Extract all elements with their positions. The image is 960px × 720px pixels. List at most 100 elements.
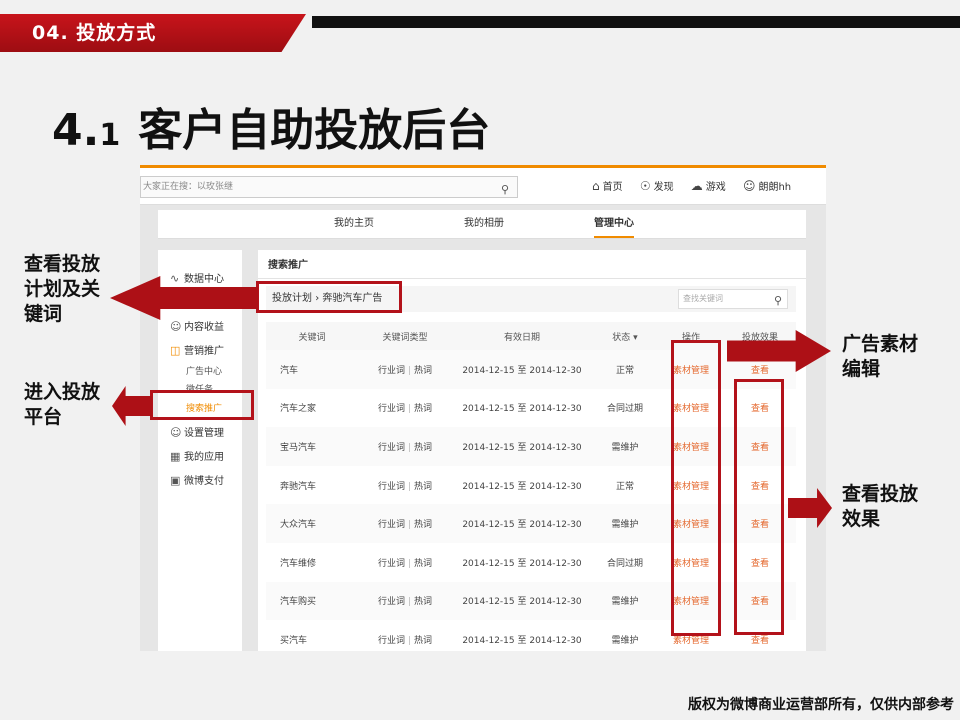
home-icon: ⌂ [592,179,600,193]
highlight-action-column [671,340,721,636]
cell-keyword-type: 行业词 | 热词 [358,350,452,389]
settings-user-icon: ☺ [170,426,182,439]
panel-divider [258,278,806,279]
title-text: 客户自助投放后台 [138,105,491,156]
callout-edit-material: 广告素材 编辑 [842,332,918,382]
type-hot: 热词 [414,635,433,646]
tab-my-album[interactable]: 我的相册 [464,210,504,238]
type-industry: 行业词 [377,404,405,415]
cell-keyword-type: 行业词 | 热词 [358,620,452,651]
cell-keyword: 汽车维修 [280,558,317,569]
type-industry: 行业词 [377,635,405,646]
type-separator: | [407,442,412,453]
sidebar-item-settings[interactable]: ☺ 设置管理 [170,424,224,439]
type-separator: | [407,404,412,415]
type-separator: | [407,635,412,646]
sidebar-item-my-apps[interactable]: ▦ 我的应用 [170,448,224,463]
nav-user[interactable]: ☺ 朗朗hh [743,178,791,193]
sidebar-item-label: 营销推广 [184,346,224,357]
nav-games-label: 游戏 [705,182,726,193]
cell-keyword-type: 行业词 | 热词 [358,427,452,466]
column-header-status[interactable]: 状态 ▾ [592,322,658,350]
type-separator: | [407,558,412,569]
callout-line: 进入投放 [24,381,101,403]
type-hot: 热词 [414,404,433,415]
cell-keyword: 汽车 [266,350,358,389]
column-header-valid-date: 有效日期 [452,322,592,350]
tab-management-center[interactable]: 管理中心 [594,210,634,238]
slide-title: 4.1 客户自助投放后台 [52,104,490,163]
panel-title: 搜索推广 [268,260,308,271]
type-separator: | [407,365,412,376]
type-industry: 行业词 [377,365,405,376]
cell-keyword-type: 行业词 | 热词 [358,581,452,621]
sidebar-item-label: 微博支付 [184,476,224,487]
type-hot: 热词 [414,365,433,376]
highlight-search-promotion [150,390,254,420]
header-bar [312,16,960,28]
cell-status: 合同过期 [606,404,643,415]
cell-valid-date: 2014-12-15 至 2014-12-30 [462,558,582,569]
sidebar-item-data-center[interactable]: ∿ 数据中心 [170,270,224,285]
nav-home[interactable]: ⌂ 首页 [592,178,623,193]
cell-keyword-type: 行业词 | 热词 [358,389,452,428]
callout-line: 计划及关 [24,278,101,300]
column-header-keyword-type: 关键词类型 [358,322,452,350]
user-icon: ☺ [742,179,756,193]
type-hot: 热词 [414,442,433,453]
keyword-search-input[interactable]: 查找关键词 ⚲ [678,289,788,309]
tab-my-home[interactable]: 我的主页 [334,210,374,238]
sidebar-item-marketing[interactable]: ◫ 营销推广 [170,342,224,357]
sidebar-sub-ad-center[interactable]: 广告中心 [186,364,222,377]
search-icon[interactable]: ⚲ [774,292,782,310]
cell-status: 合同过期 [606,558,643,569]
callout-line: 广告素材 [842,333,919,355]
global-search-input[interactable]: 大家正在搜：以玫张继 ⚲ [140,176,518,198]
type-hot: 热词 [414,520,433,531]
column-header-keyword: 关键词 [266,322,358,350]
apps-icon: ▦ [170,450,181,463]
cell-status: 正常 [615,481,634,492]
highlight-effect-column [734,379,784,635]
type-industry: 行业词 [377,481,405,492]
callout-line: 效果 [842,508,881,530]
cell-keyword: 大众汽车 [266,504,358,543]
cell-status: 需维护 [592,427,658,466]
nav-discover[interactable]: ☉ 发现 [640,178,674,193]
sidebar-item-label: 我的应用 [184,452,224,463]
cell-status: 需维护 [592,504,658,543]
type-industry: 行业词 [377,558,405,569]
nav-discover-label: 发现 [653,182,674,193]
type-industry: 行业词 [377,442,405,453]
sidebar-item-label: 数据中心 [184,274,224,285]
nav-user-label: 朗朗hh [758,182,792,193]
sidebar-item-weibo-pay[interactable]: ▣ 微博支付 [170,472,224,487]
cell-status: 需维护 [592,581,658,621]
nav-links: ⌂ 首页 ☉ 发现 ☁ 游戏 ☺ 朗朗hh [592,178,805,193]
cell-valid-date: 2014-12-15 至 2014-12-30 [452,427,592,466]
callout-line: 查看投放 [24,253,101,275]
cell-keyword: 汽车购买 [266,581,358,621]
cell-valid-date: 2014-12-15 至 2014-12-30 [452,350,592,389]
title-number-major: 4. [52,105,100,156]
cell-keyword-type: 行业词 | 热词 [358,543,452,582]
type-hot: 热词 [414,481,433,492]
search-icon[interactable]: ⚲ [501,180,509,200]
callout-line: 平台 [24,406,63,428]
type-separator: | [407,481,412,492]
type-hot: 热词 [414,597,433,608]
nav-games[interactable]: ☁ 游戏 [691,178,726,193]
type-separator: | [407,597,412,608]
keyword-search-placeholder: 查找关键词 [683,294,723,303]
bag-icon: ◫ [170,344,181,357]
user-icon: ☺ [170,320,182,333]
cell-keyword: 奔驰汽车 [280,481,317,492]
section-tag: 04. 投放方式 [0,14,306,52]
cell-keyword-type: 行业词 | 热词 [358,466,452,505]
sidebar-item-content-revenue[interactable]: ☺ 内容收益 [170,318,224,333]
cell-keyword: 汽车之家 [280,404,317,415]
highlight-breadcrumb [256,281,402,313]
callout-line: 查看投放 [842,483,919,505]
top-nav: 大家正在搜：以玫张继 ⚲ ⌂ 首页 ☉ 发现 ☁ 游戏 ☺ 朗朗hh [140,168,826,205]
cell-keyword-type: 行业词 | 热词 [358,504,452,543]
